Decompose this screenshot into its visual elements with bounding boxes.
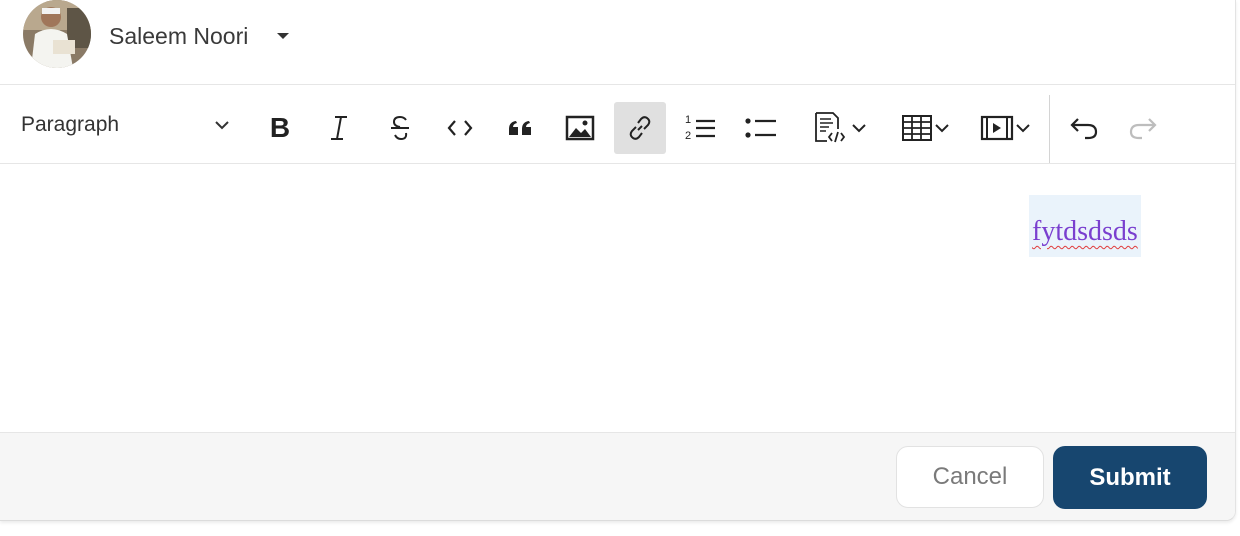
bold-button[interactable]: B [254, 102, 306, 154]
link-icon [629, 116, 651, 140]
chevron-down-icon [852, 124, 866, 133]
strikethrough-button[interactable] [374, 102, 426, 154]
svg-text:B: B [270, 113, 290, 143]
cancel-button[interactable]: Cancel [896, 446, 1044, 508]
code-block-icon [815, 112, 846, 143]
editor-toolbar: Paragraph B 1 2 [0, 85, 1235, 164]
paragraph-format-label: Paragraph [21, 113, 120, 136]
blockquote-icon [509, 121, 531, 135]
chevron-down-icon [1016, 124, 1030, 133]
paragraph-format-dropdown[interactable]: Paragraph [8, 103, 238, 147]
svg-text:1: 1 [685, 114, 691, 126]
user-name[interactable]: Saleem Noori [109, 22, 248, 50]
user-menu-caret-icon[interactable] [277, 33, 289, 39]
svg-text:2: 2 [685, 130, 691, 142]
insert-media-button[interactable] [972, 102, 1038, 154]
link-button[interactable] [614, 102, 666, 154]
editor-header: Saleem Noori [0, 0, 1235, 85]
redo-button[interactable] [1117, 102, 1169, 154]
media-icon [980, 115, 1014, 141]
chevron-down-icon [935, 124, 949, 133]
comment-editor-card: Saleem Noori Paragraph B 1 2 fytdsdsds C… [0, 0, 1236, 521]
bulleted-list-button[interactable] [735, 102, 787, 154]
redo-icon [1129, 118, 1157, 140]
strikethrough-icon [391, 115, 409, 141]
bold-icon: B [270, 113, 290, 143]
undo-button[interactable] [1058, 102, 1110, 154]
numbered-list-icon: 1 2 [685, 114, 715, 142]
bulleted-list-icon [745, 118, 776, 138]
image-icon [565, 115, 595, 141]
submit-button[interactable]: Submit [1053, 446, 1207, 509]
insert-table-button[interactable] [892, 102, 958, 154]
editor-footer: Cancel Submit [0, 432, 1235, 520]
italic-button[interactable] [313, 102, 365, 154]
selected-link-text[interactable]: fytdsdsds [1029, 195, 1141, 257]
insert-image-button[interactable] [554, 102, 606, 154]
toolbar-separator [1049, 95, 1050, 163]
avatar[interactable] [23, 0, 91, 68]
blockquote-button[interactable] [495, 102, 547, 154]
numbered-list-button[interactable]: 1 2 [675, 102, 727, 154]
chevron-down-icon [212, 115, 232, 140]
code-block-button[interactable] [800, 102, 878, 154]
table-icon [902, 115, 932, 141]
undo-icon [1070, 118, 1098, 140]
editor-content-area[interactable]: fytdsdsds [0, 164, 1235, 432]
code-icon [447, 120, 473, 136]
italic-icon [331, 116, 347, 140]
inline-code-button[interactable] [434, 102, 486, 154]
